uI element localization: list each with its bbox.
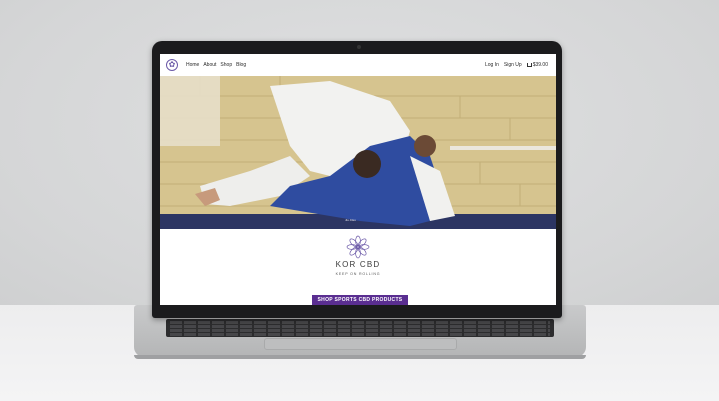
key-row [170,333,550,336]
nav-blog[interactable]: Blog [236,62,246,68]
hero-photo [160,76,556,229]
key-row [170,329,550,332]
nav-home[interactable]: Home [186,62,199,68]
cart-total: $39.00 [532,62,548,68]
logo-icon[interactable]: ✿ [166,59,178,71]
site-header: ✿ Home About Shop Blog Log In Sign Up $3… [160,54,556,76]
flower-logo-icon [346,235,370,259]
shop-products-button[interactable]: SHOP SPORTS CBD PRODUCTS [312,295,408,305]
trackpad [264,338,457,350]
main-nav: Home About Shop Blog [186,62,246,68]
brand-name: KOR CBD [335,260,381,269]
laptop-base-lip [134,355,586,359]
hero-caption: Jiu Jitsu [345,218,356,222]
key-row [170,325,550,328]
nav-shop[interactable]: Shop [220,62,232,68]
cart-icon [526,63,532,67]
key-row [170,321,550,324]
brand-tagline: KEEP ON ROLLING [335,272,381,276]
camera-icon [357,45,361,49]
laptop-screen: ✿ Home About Shop Blog Log In Sign Up $3… [160,54,556,305]
hero-image: Jiu Jitsu [160,76,556,229]
signup-link[interactable]: Sign Up [504,62,522,68]
brand-section: KOR CBD KEEP ON ROLLING SHOP SPORTS CBD … [160,229,556,305]
login-link[interactable]: Log In [485,62,499,68]
cart-button[interactable]: $39.00 [526,62,548,68]
account-nav: Log In Sign Up $39.00 [485,62,548,68]
nav-about[interactable]: About [203,62,216,68]
